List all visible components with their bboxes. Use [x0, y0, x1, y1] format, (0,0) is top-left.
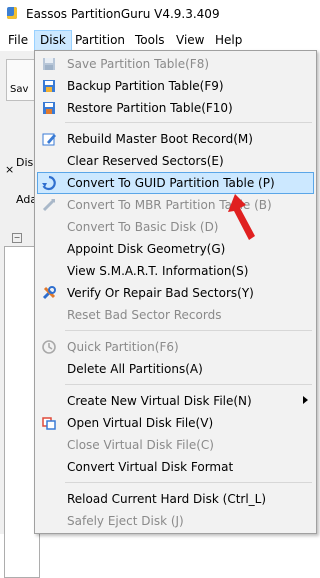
- menu-item-label: Save Partition Table(F8): [67, 57, 210, 71]
- menu-item-convert-to-basic-disk[interactable]: Convert To Basic Disk (D): [37, 216, 314, 238]
- panel-close-icon[interactable]: ×: [5, 163, 14, 176]
- tools-icon: [42, 286, 56, 300]
- menu-disk[interactable]: Disk: [34, 30, 72, 51]
- window-title: Eassos PartitionGuru V4.9.3.409: [26, 7, 220, 21]
- menu-item-create-virtual-disk[interactable]: Create New Virtual Disk File(N): [37, 390, 314, 412]
- rebuild-mbr-icon: [42, 133, 56, 146]
- menu-item-label: Quick Partition(F6): [67, 340, 179, 354]
- toolbar-save-label: Sav: [10, 84, 29, 95]
- menu-separator: [65, 482, 312, 483]
- toolbar-save-button[interactable]: Sav: [6, 59, 36, 101]
- tree-collapse-icon[interactable]: −: [12, 233, 22, 243]
- menu-item-label: Reload Current Hard Disk (Ctrl_L): [67, 492, 267, 506]
- menu-item-appoint-disk-geometry[interactable]: Appoint Disk Geometry(G): [37, 238, 314, 260]
- menu-item-reset-bad-sector-records[interactable]: Reset Bad Sector Records: [37, 304, 314, 326]
- menu-item-label: Convert To GUID Partition Table (P): [67, 176, 275, 190]
- backup-icon: [43, 80, 55, 92]
- title-bar: Eassos PartitionGuru V4.9.3.409: [0, 0, 319, 30]
- convert-gpt-icon: [42, 175, 56, 191]
- annotation-arrow-icon: [228, 194, 255, 240]
- menu-item-label: Backup Partition Table(F9): [67, 79, 224, 93]
- menu-item-safely-eject-disk[interactable]: Safely Eject Disk (J): [37, 510, 314, 532]
- menu-item-close-virtual-disk[interactable]: Close Virtual Disk File(C): [37, 434, 314, 456]
- menu-file[interactable]: File: [3, 30, 33, 51]
- menu-item-rebuild-mbr[interactable]: Rebuild Master Boot Record(M): [37, 128, 314, 150]
- menu-separator: [65, 330, 312, 331]
- menu-item-label: Safely Eject Disk (J): [67, 514, 184, 528]
- menu-item-label: Verify Or Repair Bad Sectors(Y): [67, 286, 254, 300]
- menu-tools[interactable]: Tools: [130, 30, 170, 51]
- menu-item-clear-reserved-sectors[interactable]: Clear Reserved Sectors(E): [37, 150, 314, 172]
- menu-item-label: Open Virtual Disk File(V): [67, 416, 214, 430]
- menu-item-label: Convert Virtual Disk Format: [67, 460, 234, 474]
- menu-item-convert-virtual-disk-format[interactable]: Convert Virtual Disk Format: [37, 456, 314, 478]
- menu-bar: File Disk Partition Tools View Help: [0, 30, 319, 51]
- menu-help[interactable]: Help: [210, 30, 247, 51]
- menu-item-restore-partition-table[interactable]: Restore Partition Table(F10): [37, 97, 314, 119]
- menu-item-label: Close Virtual Disk File(C): [67, 438, 214, 452]
- menu-separator: [65, 122, 312, 123]
- menu-partition[interactable]: Partition: [70, 30, 130, 51]
- app-icon: [7, 7, 17, 19]
- menu-item-label: Appoint Disk Geometry(G): [67, 242, 226, 256]
- menu-item-reload-hard-disk[interactable]: Reload Current Hard Disk (Ctrl_L): [37, 488, 314, 510]
- menu-item-backup-partition-table[interactable]: Backup Partition Table(F9): [37, 75, 314, 97]
- menu-item-label: View S.M.A.R.T. Information(S): [67, 264, 249, 278]
- menu-item-delete-all-partitions[interactable]: Delete All Partitions(A): [37, 358, 314, 380]
- menu-item-view-smart[interactable]: View S.M.A.R.T. Information(S): [37, 260, 314, 282]
- menu-item-open-virtual-disk[interactable]: Open Virtual Disk File(V): [37, 412, 314, 434]
- open-vdisk-icon: [42, 417, 56, 430]
- menu-separator: [65, 384, 312, 385]
- menu-item-label: Restore Partition Table(F10): [67, 101, 233, 115]
- menu-item-label: Convert To Basic Disk (D): [67, 220, 219, 234]
- submenu-arrow-icon: [303, 396, 308, 404]
- menu-item-label: Reset Bad Sector Records: [67, 308, 222, 322]
- quick-partition-icon: [42, 340, 56, 354]
- disk-menu-dropdown: Save Partition Table(F8) Backup Partitio…: [34, 50, 317, 534]
- save-icon: [43, 58, 55, 70]
- menu-item-convert-to-gpt[interactable]: Convert To GUID Partition Table (P): [37, 172, 314, 194]
- menu-item-save-partition-table[interactable]: Save Partition Table(F8): [37, 53, 314, 75]
- menu-item-convert-to-mbr[interactable]: Convert To MBR Partition Table (B): [37, 194, 314, 216]
- menu-item-label: Delete All Partitions(A): [67, 362, 203, 376]
- menu-view[interactable]: View: [171, 30, 209, 51]
- menu-item-quick-partition[interactable]: Quick Partition(F6): [37, 336, 314, 358]
- menu-item-label: Create New Virtual Disk File(N): [67, 394, 252, 408]
- convert-mbr-icon: [42, 198, 56, 212]
- restore-icon: [43, 102, 55, 114]
- menu-item-label: Clear Reserved Sectors(E): [67, 154, 224, 168]
- menu-item-verify-repair-bad-sectors[interactable]: Verify Or Repair Bad Sectors(Y): [37, 282, 314, 304]
- menu-item-label: Rebuild Master Boot Record(M): [67, 132, 253, 146]
